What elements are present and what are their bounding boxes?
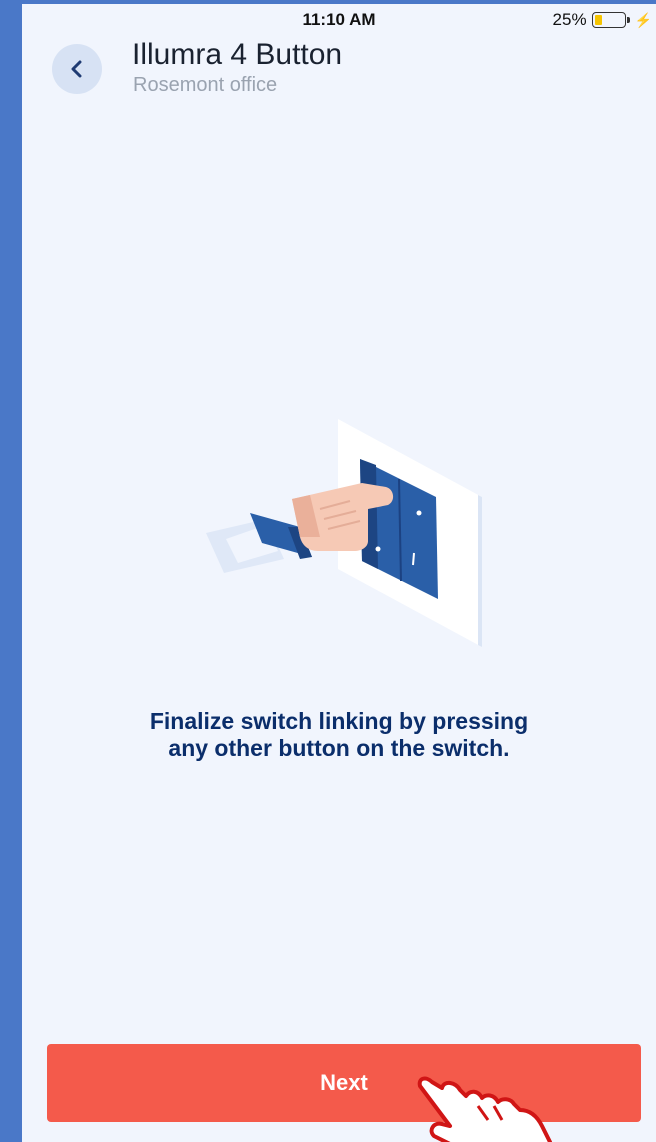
hand-pressing-switch-illustration (192, 409, 492, 659)
battery-fill (594, 15, 602, 25)
hand-pointer-cursor-icon (417, 1076, 552, 1142)
instruction-line-2: any other button on the switch. (168, 735, 510, 761)
page-title: Illumra 4 Button (132, 38, 343, 71)
battery-percent: 25% (552, 10, 587, 29)
battery-status: 25% ⚡ (553, 10, 652, 30)
instruction-line-1: Finalize switch linking by pressing (149, 708, 529, 734)
chevron-left-icon (71, 60, 82, 78)
bolt-icon: ⚡ (634, 11, 652, 28)
next-button-label: Next (320, 1070, 368, 1095)
device-frame: 11:10 AM 25% ⚡ Illumra 4 Button Rosemont… (0, 0, 656, 1142)
header: Illumra 4 Button Rosemont office (22, 34, 656, 104)
battery-icon (591, 12, 630, 28)
app-screen: 11:10 AM 25% ⚡ Illumra 4 Button Rosemont… (22, 4, 656, 1142)
status-bar: 11:10 AM 25% ⚡ (22, 4, 656, 32)
back-button[interactable] (52, 44, 102, 94)
page-subtitle: Rosemont office (133, 74, 278, 96)
instruction-text: Finalize switch linking by pressing any … (62, 708, 616, 762)
